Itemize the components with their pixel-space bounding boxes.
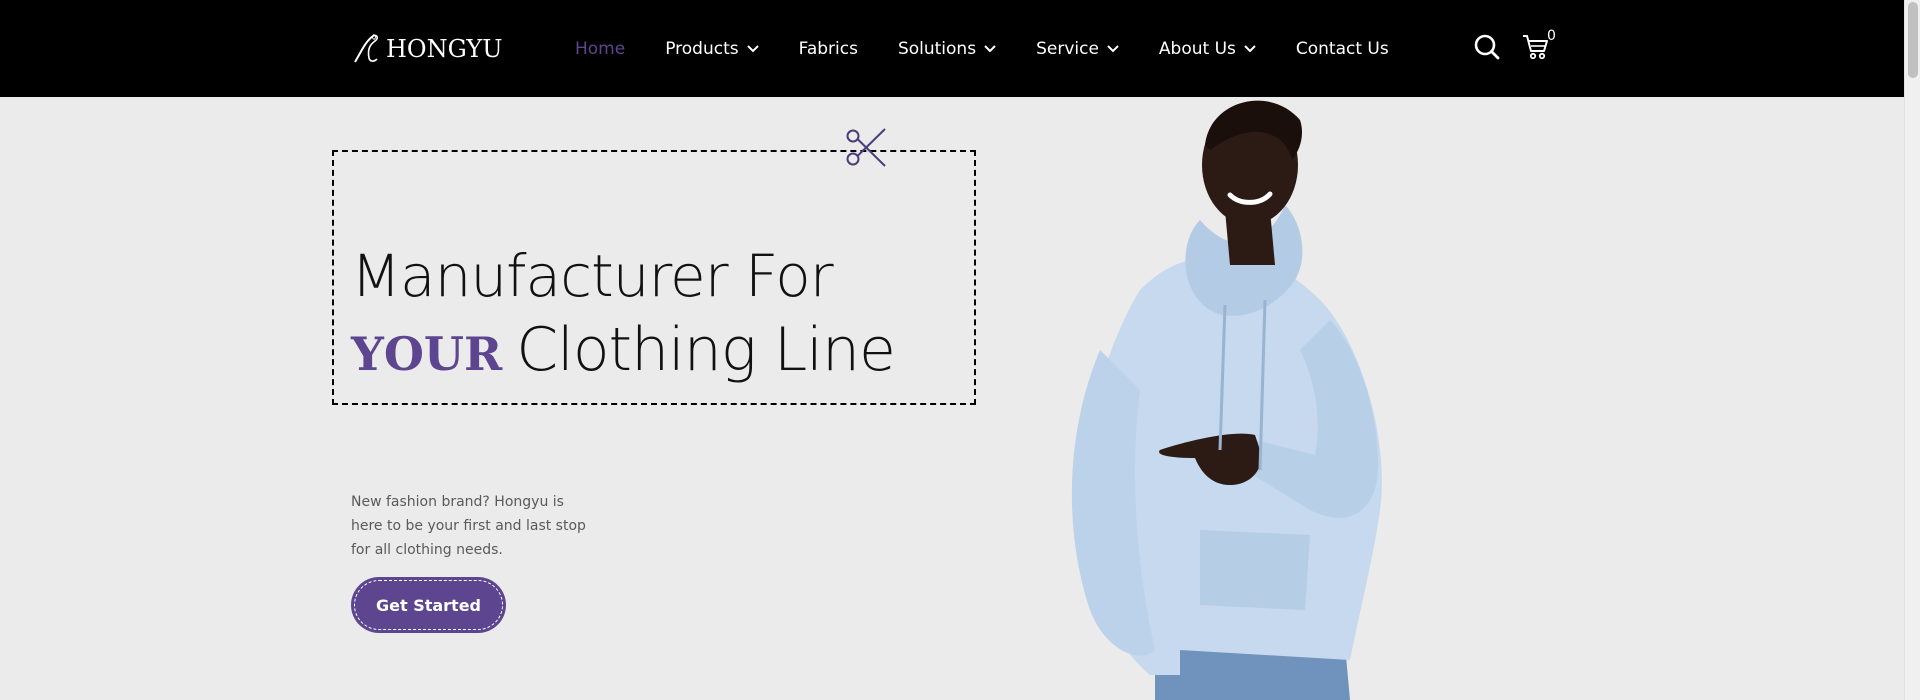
nav-item-fabrics[interactable]: Fabrics — [799, 39, 858, 59]
nav-item-label: Home — [575, 38, 626, 59]
nav-item-label: Fabrics — [798, 38, 858, 59]
scissors-icon — [846, 128, 886, 167]
main-nav: Home Products Fabrics Solutions Service … — [575, 0, 1389, 97]
headline-line-2: YOUR Clothing Line — [351, 315, 896, 394]
nav-item-home[interactable]: Home — [575, 39, 625, 59]
brand-logo[interactable]: HONGYU — [351, 32, 502, 66]
headline-line-2-text: Clothing Line — [516, 315, 896, 385]
nav-item-about-us[interactable]: About Us — [1159, 39, 1256, 59]
page-scrollbar[interactable] — [1904, 0, 1920, 700]
nav-item-label: Contact Us — [1295, 38, 1389, 59]
chevron-down-icon — [1244, 44, 1256, 52]
nav-item-service[interactable]: Service — [1036, 39, 1119, 59]
hero-description: New fashion brand? Hongyu is here to be … — [351, 494, 586, 558]
cart-count-badge: 0 — [1547, 28, 1556, 44]
nav-item-solutions[interactable]: Solutions — [898, 39, 996, 59]
hero-model-image — [1071, 100, 1382, 700]
get-started-label: Get Started — [354, 580, 503, 630]
brand-name: HONGYU — [386, 35, 503, 63]
nav-item-contact-us[interactable]: Contact Us — [1296, 39, 1389, 59]
nav-item-label: Service — [1036, 38, 1099, 59]
chevron-down-icon — [984, 44, 996, 52]
nav-item-label: About Us — [1158, 38, 1236, 59]
nav-item-label: Products — [665, 38, 739, 59]
nav-item-label: Solutions — [897, 38, 977, 59]
needle-thread-logo-icon — [354, 34, 378, 63]
headline-line-1: Manufacturer For — [351, 242, 834, 310]
cart-icon[interactable] — [1522, 34, 1550, 60]
site-header: HONGYU Home Products Fabrics Solutions S… — [0, 0, 1904, 97]
chevron-down-icon — [746, 44, 759, 52]
get-started-button[interactable]: Get Started — [351, 577, 506, 633]
search-icon[interactable] — [1474, 34, 1500, 60]
headline-accent: YOUR — [351, 327, 503, 381]
nav-item-products[interactable]: Products — [665, 38, 759, 59]
scrollbar-thumb[interactable] — [1908, 2, 1918, 78]
hero-headline: Manufacturer For YOUR Clothing Line — [351, 241, 896, 394]
chevron-down-icon — [1107, 44, 1119, 52]
